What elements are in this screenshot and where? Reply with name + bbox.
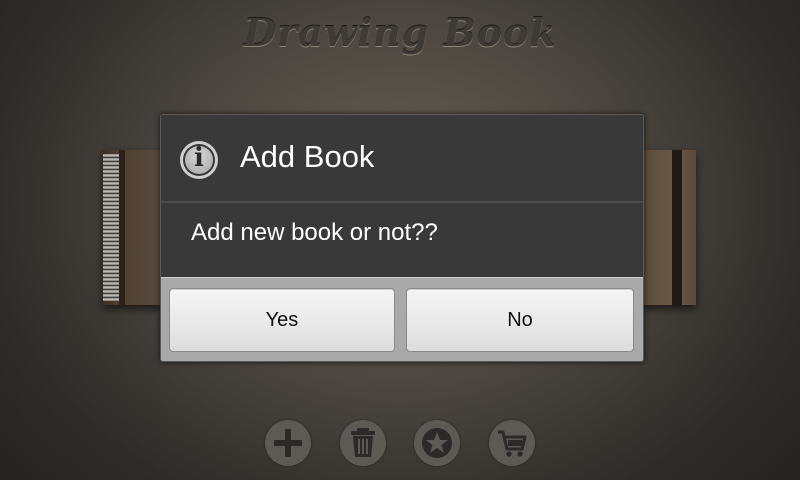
trash-icon xyxy=(351,428,375,457)
delete-book-button[interactable] xyxy=(340,420,386,466)
spiral-binding xyxy=(103,154,119,301)
dialog-title: Add Book xyxy=(240,139,375,174)
no-button[interactable]: No xyxy=(406,288,634,352)
plus-icon xyxy=(274,429,302,457)
add-book-button[interactable] xyxy=(265,420,311,466)
store-button[interactable] xyxy=(489,420,535,466)
app-title: Drawing Book xyxy=(243,10,557,55)
notebook-left[interactable] xyxy=(103,150,163,305)
favorite-button[interactable] xyxy=(414,420,460,466)
add-book-dialog: i Add Book Add new book or not?? Yes No xyxy=(160,114,644,362)
cart-icon xyxy=(498,430,527,457)
yes-button[interactable]: Yes xyxy=(169,288,395,352)
dialog-message: Add new book or not?? xyxy=(191,219,438,246)
info-icon: i xyxy=(180,141,218,179)
info-glyph: i xyxy=(194,143,204,173)
notebook-right[interactable] xyxy=(640,150,696,305)
dialog-header: i Add Book xyxy=(161,115,643,203)
dialog-button-bar: Yes No xyxy=(161,277,643,361)
notebook-elastic-band xyxy=(672,150,682,305)
notebook-spine xyxy=(119,150,125,305)
star-icon xyxy=(422,428,452,458)
